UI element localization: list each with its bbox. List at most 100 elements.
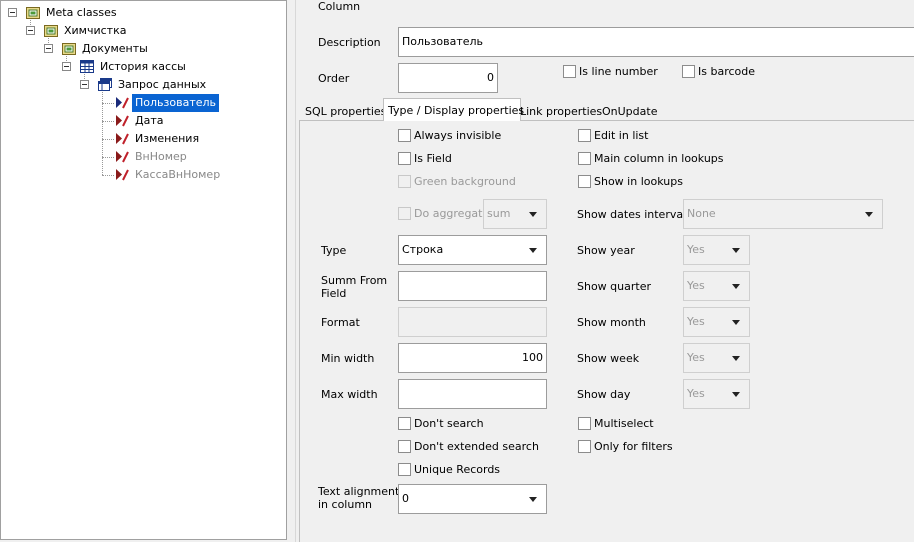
tree-node-dokumenty[interactable]: Документы <box>1 40 281 58</box>
do-aggregate-checkbox[interactable] <box>398 207 411 220</box>
class-tree[interactable]: Meta classes Химчистка Документы История… <box>0 0 287 540</box>
splitter[interactable] <box>287 0 295 542</box>
folder-class-icon <box>62 43 76 55</box>
show-quarter-value: Yes <box>687 279 705 292</box>
summ-from-field-label-2: Field <box>321 287 347 300</box>
dropdown-arrow-icon <box>732 284 740 289</box>
tree-node-meta-classes[interactable]: Meta classes <box>1 4 281 22</box>
tree-node-kassavnnomer[interactable]: КассаВнНомер <box>1 166 281 184</box>
unique-records-checkbox[interactable] <box>398 463 411 476</box>
field-icon <box>116 169 129 181</box>
is-barcode-checkbox[interactable] <box>682 65 695 78</box>
aggregate-select[interactable]: sum <box>483 199 547 229</box>
dropdown-arrow-icon <box>529 248 537 253</box>
order-input[interactable]: 0 <box>398 63 498 93</box>
max-width-input[interactable] <box>398 379 547 409</box>
collapse-icon[interactable] <box>8 8 17 17</box>
tree-node-label: Химчистка <box>64 24 127 37</box>
edit-in-list-checkbox[interactable] <box>578 129 591 142</box>
show-month-select[interactable]: Yes <box>683 307 750 337</box>
is-line-number-label: Is line number <box>579 65 658 78</box>
field-icon <box>116 133 129 145</box>
show-dates-interval-select[interactable]: None <box>683 199 883 229</box>
show-quarter-label: Show quarter <box>577 280 651 293</box>
do-aggregate-label: Do aggregate <box>414 207 490 220</box>
tree-node-zapros-dannykh[interactable]: Запрос данных <box>1 76 281 94</box>
field-icon <box>116 97 129 109</box>
max-width-label: Max width <box>321 388 378 401</box>
dont-extended-search-checkbox[interactable] <box>398 440 411 453</box>
text-alignment-label: Text alignment <box>318 485 400 498</box>
query-icon <box>98 78 112 91</box>
dont-search-label: Don't search <box>414 417 484 430</box>
tree-node-polzovatel[interactable]: Пользователь <box>1 94 281 112</box>
collapse-icon[interactable] <box>80 80 89 89</box>
is-line-number-checkbox[interactable] <box>563 65 576 78</box>
is-field-checkbox[interactable] <box>398 152 411 165</box>
tree-node-istoriya-kassy[interactable]: История кассы <box>1 58 281 76</box>
collapse-icon[interactable] <box>44 44 53 53</box>
show-year-value: Yes <box>687 243 705 256</box>
text-alignment-label-2: in column <box>318 498 373 511</box>
main-column-in-lookups-label: Main column in lookups <box>594 152 724 165</box>
table-icon <box>80 60 94 73</box>
tree-node-label: Изменения <box>135 132 200 145</box>
only-for-filters-label: Only for filters <box>594 440 673 453</box>
tree-node-label: Запрос данных <box>118 78 207 91</box>
tab-sql-properties[interactable]: SQL properties <box>301 101 390 122</box>
type-select-value: Строка <box>402 243 444 256</box>
tab-link-properties[interactable]: Link properties <box>516 101 606 122</box>
dont-extended-search-label: Don't extended search <box>414 440 539 453</box>
text-alignment-select[interactable]: 0 <box>398 484 547 514</box>
multiselect-checkbox[interactable] <box>578 417 591 430</box>
show-in-lookups-checkbox[interactable] <box>578 175 591 188</box>
tree-node-vnnomer[interactable]: ВнНомер <box>1 148 281 166</box>
dropdown-arrow-icon <box>529 497 537 502</box>
show-month-value: Yes <box>687 315 705 328</box>
show-dates-interval-label: Show dates interval <box>577 208 687 221</box>
show-day-select[interactable]: Yes <box>683 379 750 409</box>
collapse-icon[interactable] <box>62 62 71 71</box>
summ-from-field-input[interactable] <box>398 271 547 301</box>
show-day-label: Show day <box>577 388 631 401</box>
format-input[interactable] <box>398 307 547 337</box>
folder-class-icon <box>44 25 58 37</box>
always-invisible-checkbox[interactable] <box>398 129 411 142</box>
show-day-value: Yes <box>687 387 705 400</box>
folder-class-icon <box>26 7 40 19</box>
show-week-select[interactable]: Yes <box>683 343 750 373</box>
tab-onupdate[interactable]: OnUpdate <box>598 101 661 122</box>
show-quarter-select[interactable]: Yes <box>683 271 750 301</box>
dropdown-arrow-icon <box>732 356 740 361</box>
tree-node-label: ВнНомер <box>135 150 187 163</box>
show-week-label: Show week <box>577 352 640 365</box>
tree-node-label: Пользователь <box>132 94 220 112</box>
field-icon <box>116 151 129 163</box>
tree-node-data[interactable]: Дата <box>1 112 281 130</box>
tree-node-label: Дата <box>135 114 164 127</box>
min-width-input[interactable]: 100 <box>398 343 547 373</box>
dont-search-checkbox[interactable] <box>398 417 411 430</box>
edit-in-list-label: Edit in list <box>594 129 649 142</box>
show-year-select[interactable]: Yes <box>683 235 750 265</box>
green-background-checkbox[interactable] <box>398 175 411 188</box>
description-label: Description <box>318 36 381 49</box>
order-label: Order <box>318 72 350 85</box>
text-alignment-value: 0 <box>402 492 409 505</box>
green-background-label: Green background <box>414 175 516 188</box>
column-label: Column <box>318 0 361 13</box>
dropdown-arrow-icon <box>865 212 873 217</box>
tree-node-label: Документы <box>82 42 148 55</box>
type-select[interactable]: Строка <box>398 235 547 265</box>
tab-type-display-properties[interactable]: Type / Display properties <box>383 98 524 121</box>
only-for-filters-checkbox[interactable] <box>578 440 591 453</box>
field-icon <box>116 115 129 127</box>
main-column-in-lookups-checkbox[interactable] <box>578 152 591 165</box>
collapse-icon[interactable] <box>26 26 35 35</box>
tree-node-khimchistka[interactable]: Химчистка <box>1 22 281 40</box>
description-input[interactable]: Пользователь <box>398 27 914 57</box>
min-width-label: Min width <box>321 352 375 365</box>
format-label: Format <box>321 316 360 329</box>
tree-node-izmeneniya[interactable]: Изменения <box>1 130 281 148</box>
show-in-lookups-label: Show in lookups <box>594 175 683 188</box>
